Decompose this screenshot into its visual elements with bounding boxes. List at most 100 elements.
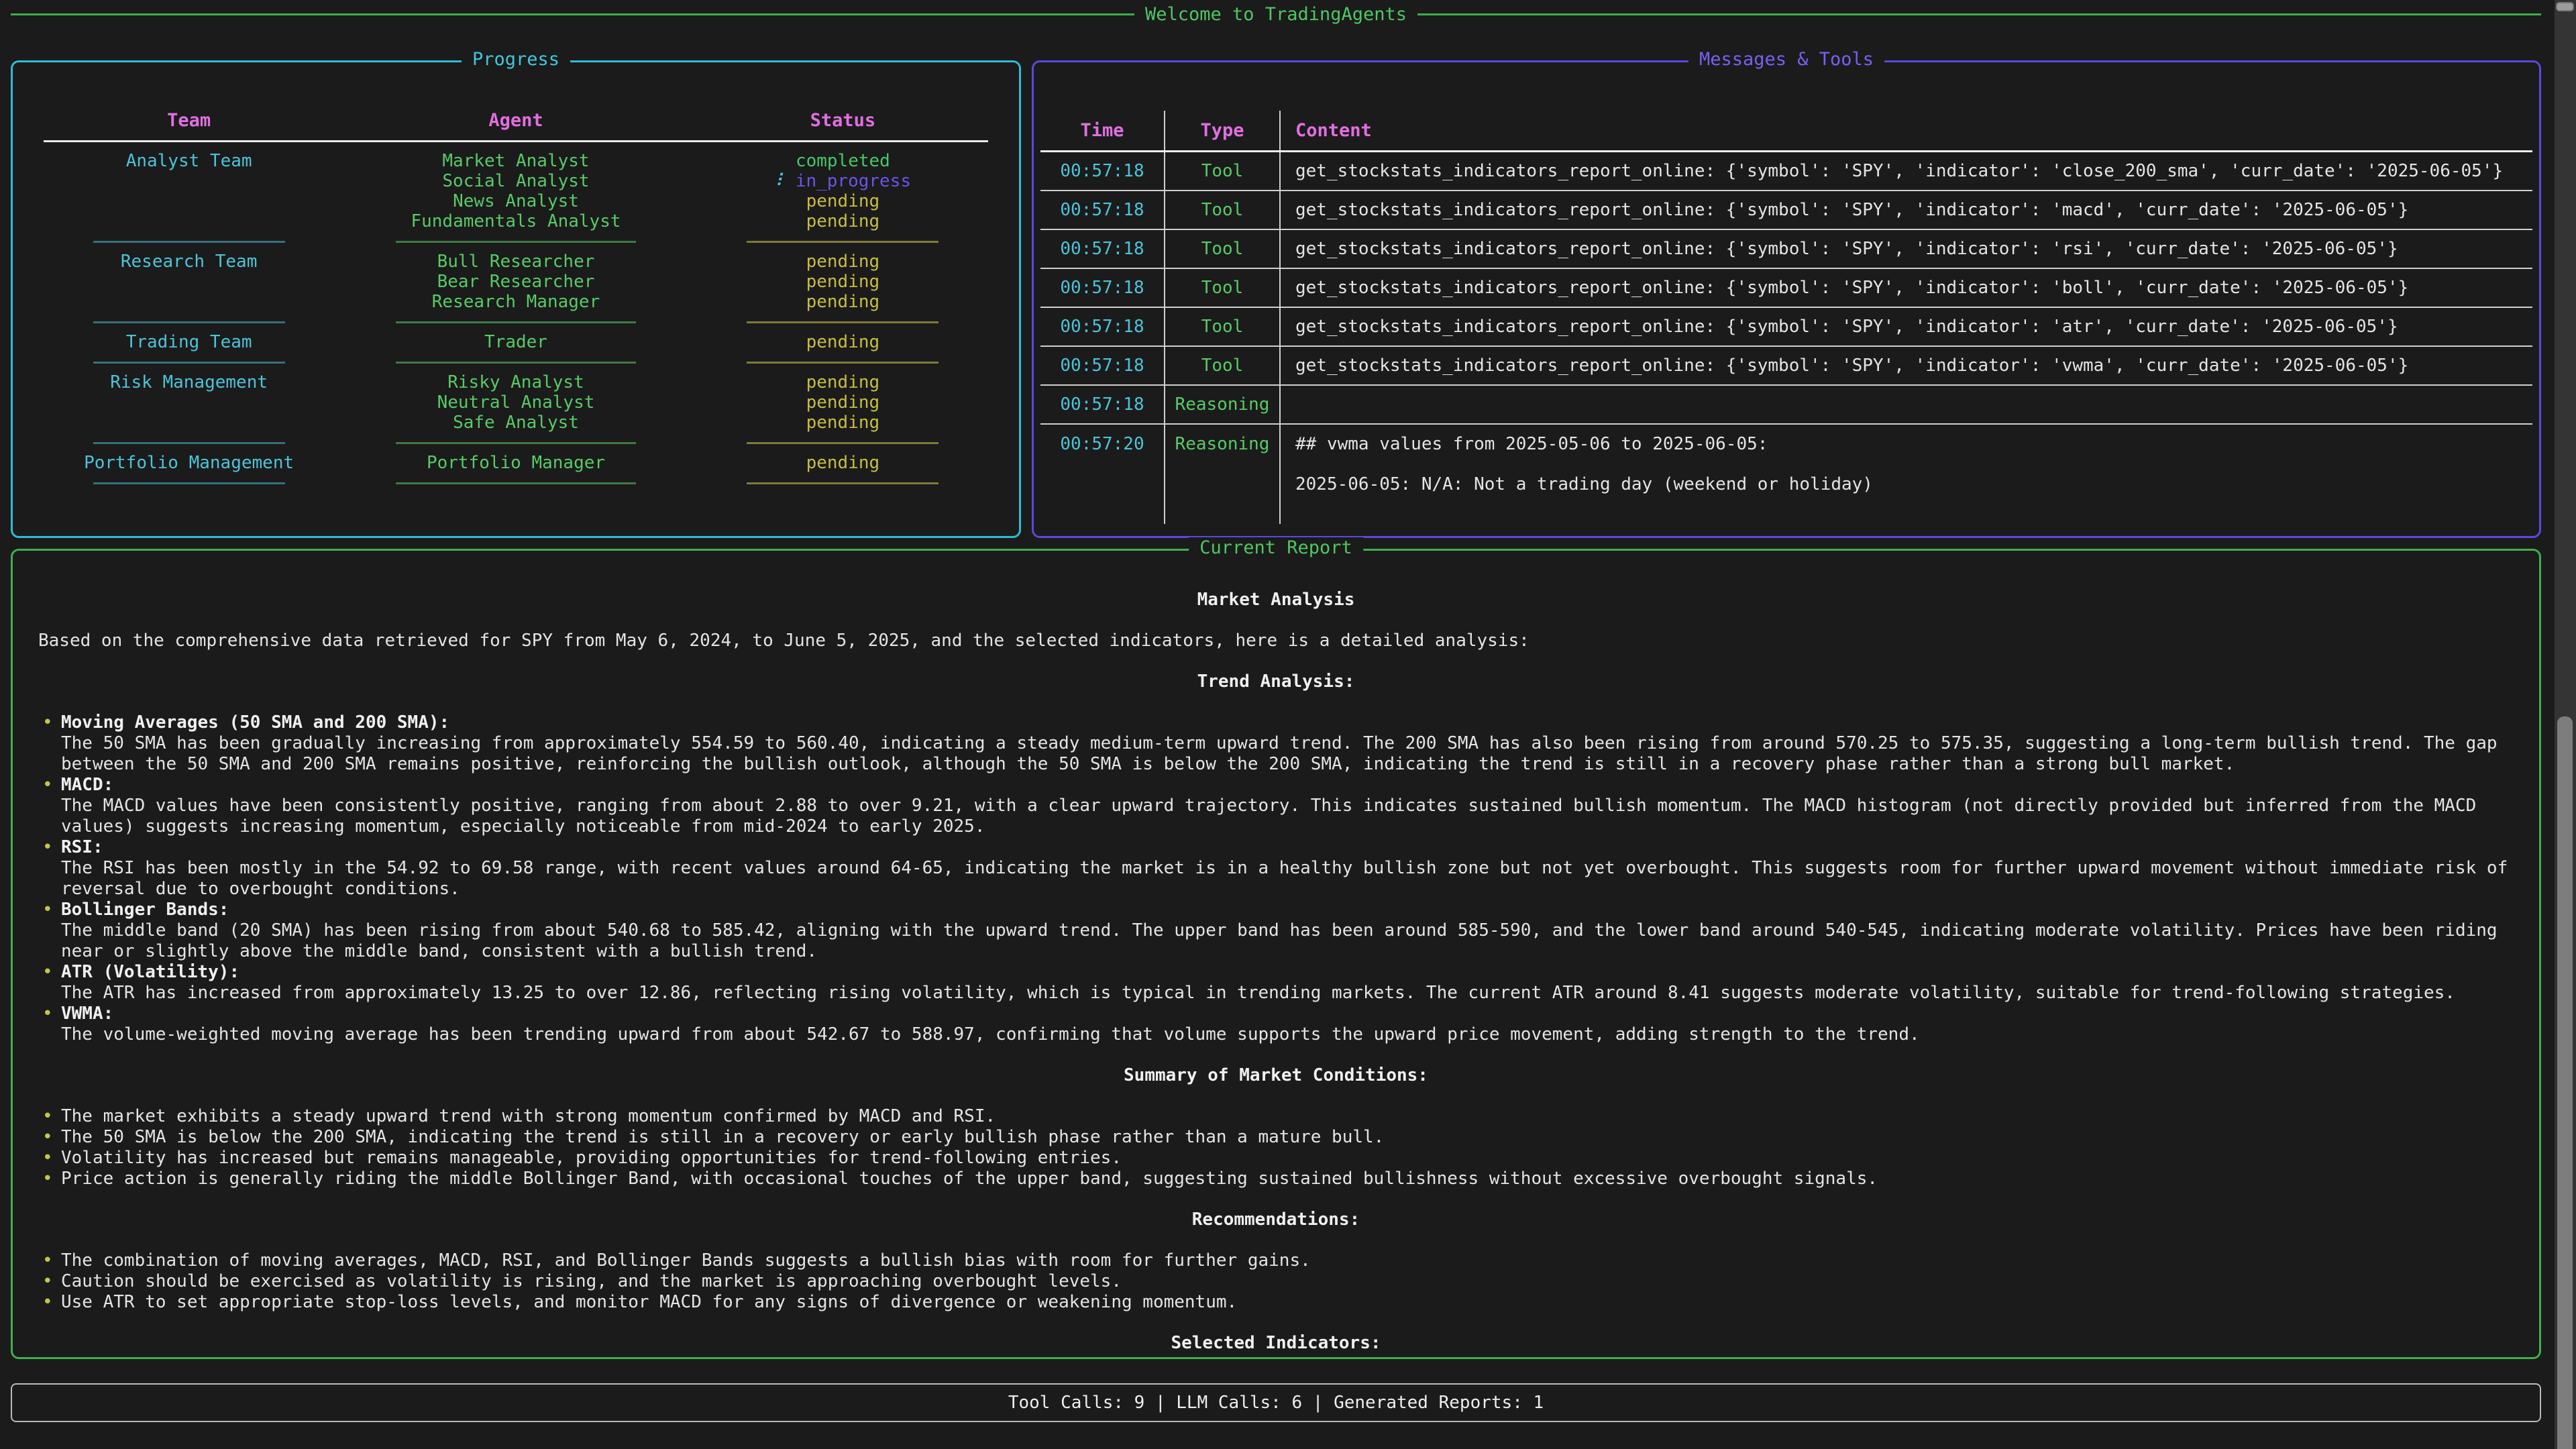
status-badge: pending: [698, 413, 988, 433]
bullet-icon: •: [42, 1004, 53, 1024]
welcome-rule: Welcome to TradingAgents: [11, 3, 2541, 25]
table-row: Fundamentals Analyst pending: [44, 211, 988, 231]
column-header-content: Content: [1281, 111, 2532, 150]
status-badge: pending: [698, 392, 988, 413]
recommendations-bullet-list: •The combination of moving averages, MAC…: [38, 1250, 2523, 1313]
table-row: Research Manager pending: [44, 292, 988, 312]
table-row: Risk Management Risky Analyst pending: [44, 372, 988, 392]
bullet-icon: •: [42, 1292, 53, 1313]
bullet-icon: •: [42, 1250, 53, 1271]
current-report-panel: Current Report Market Analysis Based on …: [11, 549, 2541, 1359]
table-row: Research Team Bull Researcher pending: [44, 252, 988, 272]
bullet-icon: •: [42, 775, 53, 796]
section-divider: [44, 352, 988, 372]
message-row: 00:57:18 Tool get_stockstats_indicators_…: [1040, 152, 2532, 191]
bullet-icon: •: [42, 1106, 53, 1127]
list-item: •Bollinger Bands:The middle band (20 SMA…: [38, 900, 2523, 962]
app-title: Welcome to TradingAgents: [1145, 4, 1407, 25]
spinner-icon: ⠇: [775, 171, 786, 191]
list-item: •The market exhibits a steady upward tre…: [38, 1106, 2523, 1127]
rule-line-left: [11, 13, 1134, 15]
progress-panel-title: Progress: [462, 49, 570, 70]
stats-text: Tool Calls: 9 | LLM Calls: 6 | Generated…: [1008, 1393, 1544, 1413]
message-row: 00:57:18 Tool get_stockstats_indicators_…: [1040, 230, 2532, 269]
message-row: 00:57:18 Tool get_stockstats_indicators_…: [1040, 308, 2532, 347]
message-row: 00:57:18 Tool get_stockstats_indicators_…: [1040, 269, 2532, 308]
report-intro: Based on the comprehensive data retrieve…: [38, 631, 2523, 651]
bullet-icon: •: [42, 900, 53, 920]
bullet-icon: •: [42, 837, 53, 858]
status-badge: completed: [698, 151, 988, 171]
list-item: •ATR (Volatility):The ATR has increased …: [38, 962, 2523, 1004]
bullet-icon: •: [42, 1271, 53, 1292]
section-divider: [44, 473, 988, 493]
status-badge: pending: [698, 252, 988, 272]
column-header-time: Time: [1040, 111, 1165, 150]
header-divider: [44, 131, 988, 151]
section-divider: [44, 433, 988, 453]
column-header-type: Type: [1165, 111, 1281, 150]
progress-table: Team Agent Status Analyst Team Market An…: [13, 62, 1019, 493]
list-item: •Price action is generally riding the mi…: [38, 1169, 2523, 1189]
list-item: •Caution should be exercised as volatili…: [38, 1271, 2523, 1292]
trend-bullet-list: •Moving Averages (50 SMA and 200 SMA):Th…: [38, 712, 2523, 1045]
table-row: Neutral Analyst pending: [44, 392, 988, 413]
rule-line-right: [1417, 13, 2541, 15]
table-row: News Analyst pending: [44, 191, 988, 211]
status-badge: pending: [698, 453, 988, 473]
table-row: Analyst Team Market Analyst completed: [44, 151, 988, 171]
list-item: •Volatility has increased but remains ma…: [38, 1148, 2523, 1169]
table-row: Safe Analyst pending: [44, 413, 988, 433]
progress-panel: Progress Team Agent Status Analyst Team …: [11, 60, 1021, 538]
scrollbar-top-button[interactable]: [2556, 2, 2574, 11]
table-row: Social Analyst ⠇in_progress: [44, 171, 988, 191]
bullet-icon: •: [42, 712, 53, 733]
progress-table-header: Team Agent Status: [44, 111, 988, 131]
section-divider: [44, 312, 988, 332]
bullet-icon: •: [42, 1148, 53, 1169]
bullet-icon: •: [42, 1169, 53, 1189]
status-badge: pending: [698, 211, 988, 231]
column-header-status: Status: [698, 111, 988, 131]
scrollbar-thumb[interactable]: [2557, 716, 2573, 1449]
column-header-agent: Agent: [334, 111, 698, 131]
scrollbar[interactable]: [2555, 0, 2576, 1449]
messages-tools-panel: Messages & Tools Time Type Content 00:57…: [1032, 60, 2541, 538]
section-divider: [44, 231, 988, 252]
table-row: Bear Researcher pending: [44, 272, 988, 292]
list-item: •Use ATR to set appropriate stop-loss le…: [38, 1292, 2523, 1313]
message-row: 00:57:18 Tool get_stockstats_indicators_…: [1040, 347, 2532, 386]
bullet-icon: •: [42, 1127, 53, 1148]
status-badge: pending: [698, 372, 988, 392]
bullet-icon: •: [42, 962, 53, 983]
list-item: •Moving Averages (50 SMA and 200 SMA):Th…: [38, 712, 2523, 775]
report-panel-title: Current Report: [1189, 537, 1363, 558]
section-heading-summary: Summary of Market Conditions:: [29, 1065, 2523, 1086]
status-badge: pending: [698, 332, 988, 352]
list-item: •VWMA:The volume-weighted moving average…: [38, 1004, 2523, 1045]
list-item: •RSI:The RSI has been mostly in the 54.9…: [38, 837, 2523, 900]
report-heading: Market Analysis: [29, 590, 2523, 610]
message-row: 00:57:20 Reasoning ## vwma values from 2…: [1040, 425, 2532, 524]
message-row: 00:57:18 Tool get_stockstats_indicators_…: [1040, 191, 2532, 230]
report-body: Market Analysis Based on the comprehensi…: [13, 551, 2539, 1354]
table-row: Trading Team Trader pending: [44, 332, 988, 352]
list-item: •The combination of moving averages, MAC…: [38, 1250, 2523, 1271]
summary-bullet-list: •The market exhibits a steady upward tre…: [38, 1106, 2523, 1189]
table-row: Portfolio Management Portfolio Manager p…: [44, 453, 988, 473]
messages-panel-title: Messages & Tools: [1688, 49, 1884, 70]
messages-table: Time Type Content 00:57:18 Tool get_stoc…: [1040, 111, 2532, 524]
status-badge: pending: [698, 292, 988, 312]
section-heading-recommendations: Recommendations:: [29, 1210, 2523, 1230]
message-row: 00:57:18 Reasoning: [1040, 386, 2532, 425]
section-heading-selected-indicators: Selected Indicators:: [29, 1333, 2523, 1354]
column-header-team: Team: [44, 111, 334, 131]
list-item: •The 50 SMA is below the 200 SMA, indica…: [38, 1127, 2523, 1148]
status-badge: ⠇in_progress: [698, 171, 988, 191]
messages-table-header: Time Type Content: [1040, 111, 2532, 152]
section-heading-trend: Trend Analysis:: [29, 672, 2523, 692]
status-badge: pending: [698, 191, 988, 211]
status-badge: pending: [698, 272, 988, 292]
stats-footer: Tool Calls: 9 | LLM Calls: 6 | Generated…: [11, 1383, 2541, 1422]
list-item: •MACD:The MACD values have been consiste…: [38, 775, 2523, 837]
